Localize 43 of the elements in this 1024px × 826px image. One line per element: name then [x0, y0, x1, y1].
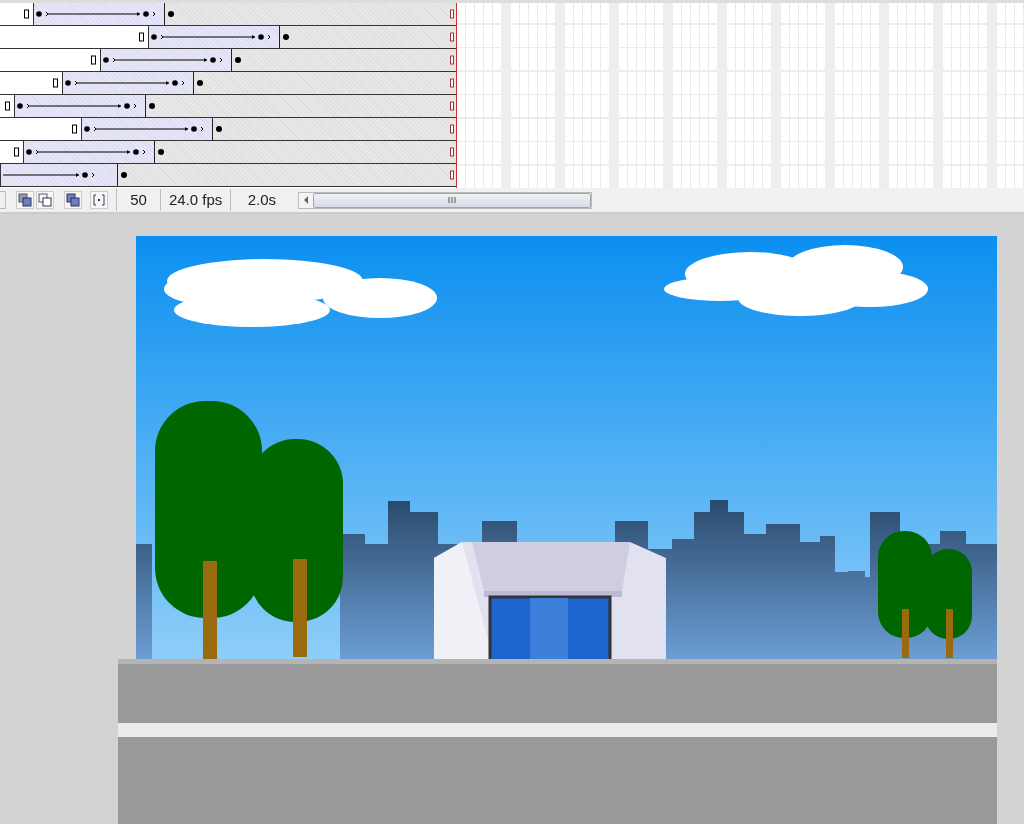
keyframe-dot-icon[interactable] [196, 80, 203, 86]
scroll-left-icon[interactable] [303, 196, 310, 204]
scrollbar-thumb[interactable] [313, 192, 592, 208]
motion-tween[interactable] [0, 164, 118, 186]
motion-tween[interactable] [23, 141, 156, 163]
keyframe-dot-icon[interactable] [234, 57, 241, 63]
frame-rate: 24.0 fps [160, 189, 231, 211]
keyframe-icon[interactable] [5, 101, 11, 111]
keyframe-icon[interactable] [450, 147, 454, 157]
keyframe-dot-icon[interactable] [158, 149, 165, 155]
keyframe-dot-icon[interactable] [215, 126, 222, 132]
keyframe-icon[interactable] [450, 78, 454, 88]
keyframe-dot-icon[interactable] [149, 103, 156, 109]
keyframe-icon[interactable] [139, 32, 145, 42]
keyframe-icon[interactable] [90, 55, 96, 65]
motion-tween[interactable] [14, 95, 147, 117]
keyframe-dot-icon[interactable] [121, 172, 127, 178]
keyframe-icon[interactable] [450, 32, 454, 42]
keyframe-icon[interactable] [450, 124, 454, 134]
motion-tween[interactable] [33, 3, 166, 25]
grip-icon [448, 197, 457, 203]
onion-markers-button[interactable] [90, 191, 108, 209]
keyframe-icon[interactable] [52, 78, 58, 88]
keyframe-icon[interactable] [24, 9, 30, 19]
motion-tween[interactable] [80, 118, 213, 140]
edit-frames-button[interactable] [64, 191, 82, 209]
keyframe-icon[interactable] [14, 147, 20, 157]
motion-tween[interactable] [61, 72, 194, 94]
horizontal-scrollbar[interactable] [298, 191, 593, 209]
keyframe-icon[interactable] [450, 101, 454, 111]
elapsed-time: 2.0s [230, 189, 293, 211]
motion-tween[interactable] [148, 26, 281, 48]
keyframe-icon[interactable] [450, 9, 454, 19]
toolbar-edge [0, 191, 6, 209]
onion-outline-button[interactable] [36, 191, 54, 209]
keyframe-icon[interactable] [71, 124, 77, 134]
keyframe-icon[interactable] [450, 170, 454, 180]
keyframe-icon[interactable] [450, 55, 454, 65]
keyframe-dot-icon[interactable] [283, 34, 290, 40]
current-frame: 50 [116, 189, 160, 211]
keyframe-dot-icon[interactable] [168, 11, 175, 17]
motion-tween[interactable] [99, 49, 232, 71]
onion-skin-button[interactable] [16, 191, 34, 209]
